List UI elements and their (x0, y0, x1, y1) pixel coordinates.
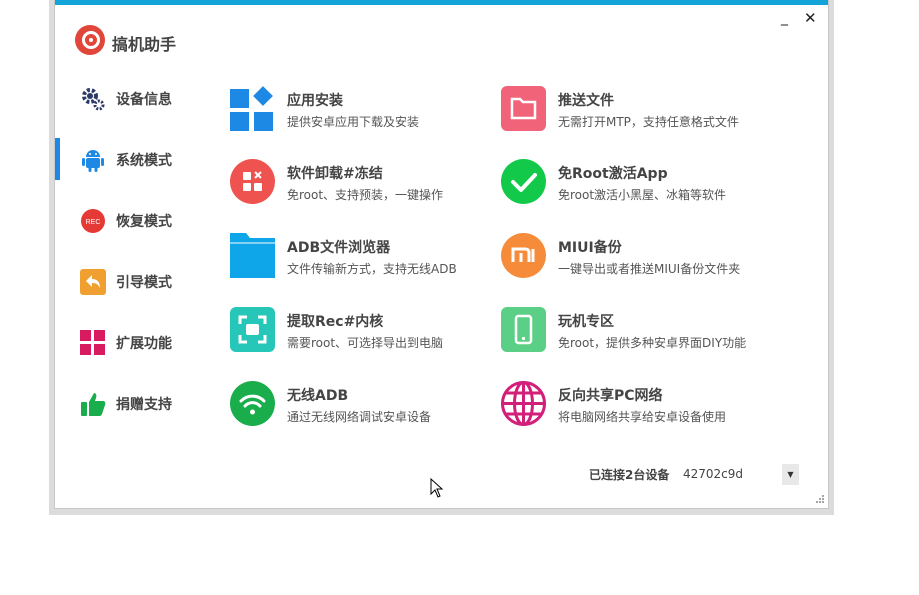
feature-title: 推送文件 (558, 93, 614, 109)
sidebar-item-label: 系统模式 (116, 153, 172, 169)
title-accent-bar (55, 0, 828, 5)
feature-desc: 通过无线网络调试安卓设备 (287, 410, 432, 424)
sidebar-item-recovery-mode[interactable]: REC 恢复模式 (55, 199, 205, 241)
uninstall-icon (230, 159, 275, 204)
feature-desc: 需要root、可选择导出到电脑 (287, 336, 444, 350)
feature-activate-app[interactable]: 免Root激活App 免root激活小黑屋、冰箱等软件 (501, 155, 761, 207)
chevron-down-icon[interactable]: ▼ (782, 464, 799, 485)
feature-extract-rec-kernel[interactable]: 提取Rec#内核 需要root、可选择导出到电脑 (230, 303, 490, 355)
minimize-button[interactable]: _ (781, 10, 788, 26)
feature-desc: 将电脑网络共享给安卓设备使用 (558, 410, 727, 424)
feature-desc: 免root，提供多种安卓界面DIY功能 (558, 336, 747, 350)
feature-title: 反向共享PC网络 (558, 388, 663, 404)
sidebar-item-label: 扩展功能 (116, 336, 172, 352)
rec-icon: REC (81, 209, 105, 233)
feature-play-zone[interactable]: 玩机专区 免root，提供多种安卓界面DIY功能 (501, 303, 761, 355)
feature-title: 无线ADB (287, 388, 349, 404)
feature-title: MIUI备份 (558, 240, 622, 256)
feature-uninstall-freeze[interactable]: 软件卸载#冻结 免root、支持预装，一键操作 (230, 155, 490, 207)
sidebar-item-device-info[interactable]: 设备信息 (55, 77, 205, 119)
feature-desc: 一键导出或者推送MIUI备份文件夹 (558, 262, 741, 276)
feature-title: 免Root激活App (558, 166, 668, 182)
sidebar-item-label: 设备信息 (116, 92, 172, 108)
wifi-icon (230, 381, 275, 426)
connected-devices-label: 已连接2台设备 (589, 468, 670, 482)
globe-icon (501, 381, 546, 426)
app-logo-icon (75, 25, 105, 55)
feature-title: 软件卸载#冻结 (287, 166, 383, 182)
grid-icon (80, 330, 105, 355)
feature-adb-file-browser[interactable]: ADB文件浏览器 文件传输新方式，支持无线ADB (230, 229, 490, 281)
push-folder-icon (501, 86, 546, 131)
sidebar-item-label: 引导模式 (116, 275, 172, 291)
sidebar-item-label: 捐赠支持 (116, 397, 172, 413)
mi-icon (501, 233, 546, 278)
feature-push-file[interactable]: 推送文件 无需打开MTP，支持任意格式文件 (501, 82, 761, 134)
feature-wireless-adb[interactable]: 无线ADB 通过无线网络调试安卓设备 (230, 377, 490, 429)
feature-desc: 无需打开MTP，支持任意格式文件 (558, 115, 739, 129)
feature-reverse-tether[interactable]: 反向共享PC网络 将电脑网络共享给安卓设备使用 (501, 377, 761, 429)
feature-title: 玩机专区 (558, 314, 614, 330)
device-select[interactable]: 42702c9d ▼ (679, 464, 799, 486)
feature-desc: 文件传输新方式，支持无线ADB (287, 262, 457, 276)
feature-desc: 免root、支持预装，一键操作 (287, 188, 444, 202)
feature-app-install[interactable]: 应用安装 提供安卓应用下载及安装 (230, 82, 490, 134)
folder-icon (230, 233, 275, 278)
feature-title: 应用安装 (287, 93, 343, 109)
android-icon (82, 150, 104, 172)
sidebar-item-system-mode[interactable]: 系统模式 (55, 138, 205, 180)
check-icon (501, 159, 546, 204)
sidebar-item-label: 恢复模式 (116, 214, 172, 230)
resize-grip-icon[interactable] (815, 494, 825, 504)
feature-desc: 免root激活小黑屋、冰箱等软件 (558, 188, 727, 202)
app-title: 搞机助手 (112, 35, 177, 54)
phone-icon (501, 307, 546, 352)
app-install-icon (230, 86, 273, 131)
sidebar-item-extensions[interactable]: 扩展功能 (55, 321, 205, 363)
gears-icon (82, 88, 105, 111)
back-arrow-icon (80, 269, 106, 295)
feature-title: ADB文件浏览器 (287, 240, 391, 256)
app-window: _ ✕ 搞机助手 设备信息 系统模式 REC 恢复模式 引导模式 扩展功能 捐赠… (54, 0, 829, 509)
mouse-pointer-icon (430, 478, 444, 498)
extract-icon (230, 307, 275, 352)
close-button[interactable]: ✕ (804, 10, 817, 26)
device-select-value: 42702c9d (683, 467, 744, 481)
feature-miui-backup[interactable]: MIUI备份 一键导出或者推送MIUI备份文件夹 (501, 229, 761, 281)
sidebar-item-donate[interactable]: 捐赠支持 (55, 382, 205, 424)
svg-text:REC: REC (86, 219, 101, 226)
thumbs-up-icon (81, 393, 106, 416)
feature-title: 提取Rec#内核 (287, 314, 384, 330)
feature-desc: 提供安卓应用下载及安装 (287, 115, 420, 129)
sidebar-item-boot-mode[interactable]: 引导模式 (55, 260, 205, 302)
